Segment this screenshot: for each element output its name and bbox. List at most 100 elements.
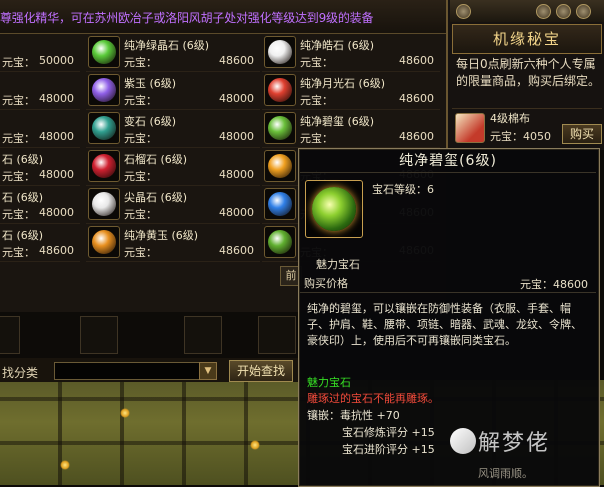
dropdown-arrow-icon[interactable]: ▼: [199, 362, 217, 380]
price-value: 48000: [219, 206, 254, 219]
lamp-icon: [120, 408, 130, 418]
shop-item[interactable]: 石 (6级) 元宝： 48600: [0, 224, 80, 262]
gem-category: 魅力宝石: [316, 258, 360, 271]
price-label: 元宝：: [2, 132, 35, 145]
gem-icon[interactable]: [264, 112, 296, 144]
inlay-stat: 镶嵌：毒抗性 +70: [307, 409, 400, 422]
shop-item[interactable]: 紫玉 (6级) 元宝： 48000: [86, 72, 260, 110]
gem-icon[interactable]: [264, 74, 296, 106]
price-label: 元宝：: [124, 94, 157, 107]
inventory-slot[interactable]: [80, 316, 118, 354]
price-label: 元宝：: [2, 208, 35, 221]
shop-item[interactable]: 石榴石 (6级) 元宝： 48000: [86, 148, 260, 186]
shop-item[interactable]: 变石 (6级) 元宝： 48000: [86, 110, 260, 148]
shop-item-name: 纯净月光石 (6级): [300, 77, 386, 90]
tooltip-divider: [300, 292, 596, 293]
carve-warning: 雕琢过的宝石不能再雕琢。: [307, 392, 439, 405]
watermark: 解梦佬: [478, 431, 551, 456]
price-value: 48600: [219, 244, 254, 257]
price-value: 48600: [399, 54, 434, 67]
shop-item-name: 石榴石 (6级): [124, 153, 188, 166]
cotton-cloth-icon[interactable]: [455, 113, 485, 143]
price-value: 50000: [39, 54, 74, 67]
lamp-icon: [250, 440, 260, 450]
gem-icon[interactable]: [264, 150, 296, 182]
shop-item-name: 石 (6级): [2, 229, 44, 242]
inventory-slot[interactable]: [184, 316, 222, 354]
search-input[interactable]: [54, 362, 201, 380]
price-label: 元宝：: [300, 94, 333, 107]
inventory-slot[interactable]: [258, 316, 296, 354]
price-label: 元宝：: [124, 56, 157, 69]
gem-icon[interactable]: [264, 36, 296, 68]
gem-icon[interactable]: [88, 74, 120, 106]
footer-text: 风调雨顺。: [478, 467, 533, 480]
notice-ticker: 尊强化精华，可在苏州欧冶子或洛阳风胡子处对强化等级达到9级的装备: [0, 0, 446, 34]
shop-item[interactable]: 元宝： 48000: [0, 72, 80, 110]
gem-icon[interactable]: [88, 36, 120, 68]
shop-item[interactable]: 石 (6级) 元宝： 48000: [0, 148, 80, 186]
shop-item-name: 纯净皓石 (6级): [300, 39, 375, 52]
sidebar-description: 每日0点刷新六种个人专属的限量商品，购买后绑定。: [456, 57, 601, 88]
advance-score: 宝石进阶评分 +15: [342, 443, 435, 456]
shop-item[interactable]: 尖晶石 (6级) 元宝： 48000: [86, 186, 260, 224]
price-label: 元宝：: [124, 132, 157, 145]
buy-price-label: 购买价格: [304, 277, 348, 290]
lamp-icon: [60, 460, 70, 470]
tourmaline-gem-icon: [305, 180, 363, 238]
notice-text: 尊强化精华，可在苏州欧冶子或洛阳风胡子处对强化等级达到9级的装备: [0, 11, 374, 25]
price-value: 48000: [39, 130, 74, 143]
price-value: 48000: [39, 168, 74, 181]
header-button-icon[interactable]: [536, 4, 551, 19]
sidebar-title: 机缘秘宝: [452, 24, 602, 54]
shop-item[interactable]: 纯净黄玉 (6级) 元宝： 48600: [86, 224, 260, 262]
price-label: 元宝：: [124, 208, 157, 221]
price-label: 元宝：: [124, 246, 157, 259]
shop-item-name: 纯净黄玉 (6级): [124, 229, 199, 242]
price-label: 元宝：: [124, 170, 157, 183]
shop-item-name: 石 (6级): [2, 153, 44, 166]
shop-item[interactable]: 元宝： 50000: [0, 34, 80, 72]
shop-item[interactable]: 元宝： 48000: [0, 110, 80, 148]
price-value: 48000: [219, 92, 254, 105]
inventory-slot[interactable]: [0, 316, 20, 354]
sidebar-item-price: 元宝：4050: [490, 130, 551, 143]
header-button-icon[interactable]: [456, 4, 471, 19]
gem-icon[interactable]: [264, 188, 296, 220]
price-label: 元宝：: [2, 94, 35, 107]
price-value: 48600: [399, 130, 434, 143]
watermark-logo-icon: [450, 428, 476, 454]
price-value: 48000: [219, 168, 254, 181]
gem-description: 纯净的碧玺，可以镶嵌在防御性装备（衣服、手套、帽子、护肩、鞋、腰带、项链、暗器、…: [307, 302, 582, 347]
price-value: 48000: [39, 92, 74, 105]
price-label: 元宝：: [2, 246, 35, 259]
shop-item-name: 纯净绿晶石 (6级): [124, 39, 210, 52]
buy-button[interactable]: 购买: [562, 124, 602, 144]
gem-icon[interactable]: [88, 150, 120, 182]
price-label: 元宝：: [300, 132, 333, 145]
header-button-icon[interactable]: [556, 4, 571, 19]
buy-price-value: 元宝：48600: [520, 278, 588, 291]
tooltip-title: 纯净碧玺(6级): [300, 150, 596, 173]
gem-icon[interactable]: [88, 226, 120, 258]
gem-icon[interactable]: [88, 188, 120, 220]
shop-item[interactable]: 纯净皓石 (6级) 元宝： 48600: [262, 34, 440, 72]
shop-item[interactable]: 纯净绿晶石 (6级) 元宝： 48600: [86, 34, 260, 72]
gem-icon[interactable]: [88, 112, 120, 144]
gem-icon[interactable]: [264, 226, 296, 258]
start-search-button[interactable]: 开始查找: [229, 360, 293, 382]
gem-level: 宝石等级：6: [372, 183, 434, 196]
shop-item[interactable]: 纯净碧玺 (6级) 元宝： 48600: [262, 110, 440, 148]
shop-item[interactable]: 纯净月光石 (6级) 元宝： 48600: [262, 72, 440, 110]
shop-item[interactable]: 石 (6级) 元宝： 48000: [0, 186, 80, 224]
price-value: 48600: [39, 244, 74, 257]
price-value: 48600: [219, 54, 254, 67]
price-label: 元宝：: [2, 170, 35, 183]
shop-item-name: 变石 (6级): [124, 115, 177, 128]
price-value: 48000: [219, 130, 254, 143]
shop-item-name: 纯净碧玺 (6级): [300, 115, 375, 128]
shop-item-name: 紫玉 (6级): [124, 77, 177, 90]
gem-type: 魅力宝石: [307, 376, 351, 389]
price-label: 元宝：: [2, 56, 35, 69]
header-button-icon[interactable]: [576, 4, 591, 19]
